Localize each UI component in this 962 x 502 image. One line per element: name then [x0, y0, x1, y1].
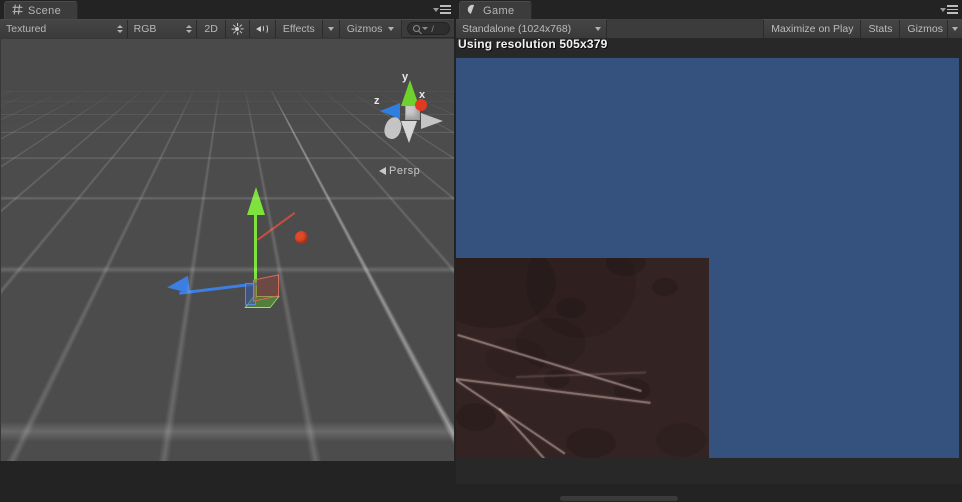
- scene-2d-toggle[interactable]: 2D: [197, 19, 226, 38]
- game-toolbar: Standalone (1024x768) Maximize on Play S…: [455, 19, 962, 38]
- game-tabstrip: Game: [455, 0, 962, 19]
- scene-panel: Scene Textured RGB 2D Effects Gizmos / y…: [0, 0, 455, 502]
- orientation-axis-z-cone[interactable]: [380, 103, 400, 119]
- gizmo-axis-z-cone[interactable]: [165, 275, 191, 297]
- selected-cube-object[interactable]: [244, 274, 280, 308]
- orientation-axis-x-label: x: [419, 89, 426, 101]
- tab-scene-label: Scene: [28, 4, 62, 17]
- projection-mode-toggle[interactable]: Persp: [379, 165, 420, 177]
- stats-label: Stats: [868, 22, 893, 35]
- scene-draw-mode-dropdown[interactable]: Textured: [0, 19, 128, 38]
- orientation-axis-y-label: y: [402, 71, 409, 83]
- game-panel-options-icon[interactable]: [940, 3, 958, 16]
- scene-gizmos-label: Gizmos: [346, 22, 383, 35]
- unity-editor-window: Scene Textured RGB 2D Effects Gizmos / y…: [0, 0, 962, 502]
- scene-viewport[interactable]: y x z Persp: [1, 39, 454, 461]
- gizmo-axis-x-handle[interactable]: [295, 231, 308, 244]
- scene-color-mode-label: RGB: [133, 22, 157, 35]
- projection-mode-label: Persp: [389, 165, 421, 177]
- orientation-axis-negz-cone[interactable]: [401, 121, 417, 143]
- chevron-down-icon: [327, 26, 334, 31]
- scene-toolbar: Textured RGB 2D Effects Gizmos /: [0, 19, 455, 38]
- grid-hash-icon: [12, 4, 23, 18]
- resolution-note: Using resolution 505x379: [458, 37, 608, 51]
- maximize-on-play-label: Maximize on Play: [771, 22, 854, 35]
- chevron-down-icon: [595, 26, 601, 31]
- game-view-icon: [467, 4, 478, 18]
- game-resolution-dropdown[interactable]: Standalone (1024x768): [455, 19, 607, 38]
- maximize-on-play-toggle[interactable]: Maximize on Play: [763, 19, 861, 38]
- scene-effects-caret[interactable]: [322, 19, 340, 38]
- window-bottom-strip: [0, 484, 962, 502]
- game-gizmos-caret[interactable]: [947, 19, 962, 38]
- scene-effects-dropdown[interactable]: Effects: [275, 19, 323, 38]
- scene-panel-options-icon[interactable]: [433, 3, 451, 16]
- tab-scene[interactable]: Scene: [4, 1, 79, 19]
- scene-lighting-toggle[interactable]: [225, 19, 250, 38]
- scene-tabstrip: Scene: [0, 0, 455, 19]
- scene-2d-label: 2D: [204, 22, 218, 35]
- updown-arrows-icon: [109, 24, 123, 33]
- scene-draw-mode-label: Textured: [6, 22, 47, 35]
- orientation-gizmo[interactable]: y x z: [371, 71, 451, 143]
- game-render-canvas[interactable]: [455, 58, 962, 461]
- orientation-axis-z-label: z: [374, 95, 380, 107]
- gizmo-axis-y-cone[interactable]: [247, 187, 265, 215]
- scene-search-input[interactable]: /: [407, 22, 450, 35]
- scene-gizmos-dropdown[interactable]: Gizmos: [339, 19, 403, 38]
- chevron-down-icon: [952, 26, 958, 31]
- search-icon: [413, 25, 421, 32]
- stats-toggle[interactable]: Stats: [860, 19, 900, 38]
- scene-audio-toggle[interactable]: [249, 19, 276, 38]
- tab-game[interactable]: Game: [459, 1, 532, 19]
- speaker-icon: [255, 23, 269, 34]
- chevron-down-icon: [422, 27, 429, 30]
- sun-icon: [231, 22, 244, 35]
- gizmo-axis-x[interactable]: [257, 211, 296, 241]
- game-resolution-label: Standalone (1024x768): [462, 22, 572, 35]
- horizontal-scrollbar[interactable]: [560, 496, 678, 501]
- game-gizmos-label: Gizmos: [907, 22, 943, 35]
- game-panel: Game Standalone (1024x768) Maximize on P…: [455, 0, 962, 502]
- game-ground-plane: [456, 258, 709, 458]
- scene-color-mode-dropdown[interactable]: RGB: [127, 19, 198, 38]
- chevron-left-icon: [379, 167, 386, 175]
- orientation-axis-negx-cone[interactable]: [421, 113, 443, 129]
- panel-divider[interactable]: [454, 0, 456, 502]
- selected-object-move-gizmo[interactable]: [165, 187, 308, 319]
- tab-game-label: Game: [483, 4, 515, 17]
- game-gizmos-dropdown[interactable]: Gizmos: [899, 19, 947, 38]
- scene-effects-label: Effects: [282, 22, 315, 35]
- chevron-down-icon: [388, 26, 395, 31]
- updown-arrows-icon: [178, 24, 193, 33]
